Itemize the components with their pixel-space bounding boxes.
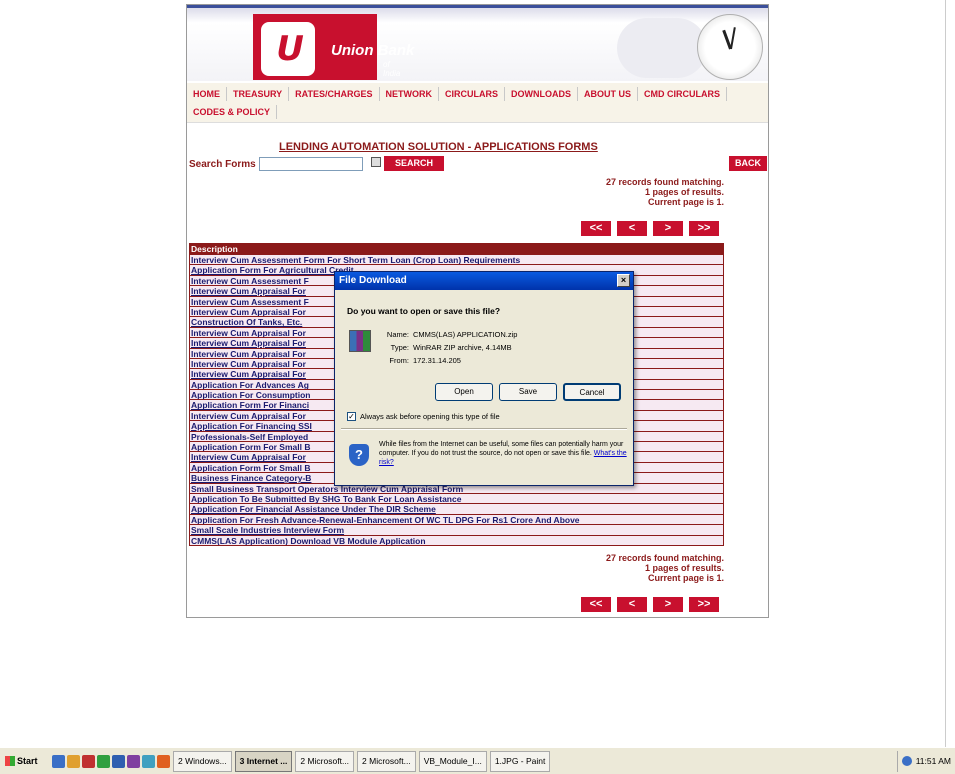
pager-next-button[interactable]: > [653,597,683,612]
nav-treasury[interactable]: TREASURY [227,87,290,101]
taskbar-button[interactable]: 2 Microsoft... [295,750,355,772]
back-button[interactable]: BACK [729,156,767,171]
table-row[interactable]: Application For Financial Assistance Und… [190,503,723,514]
open-button[interactable]: Open [435,383,493,401]
taskbar-button[interactable]: 2 Microsoft... [357,750,416,772]
dialog-question: Do you want to open or save this file? [347,306,501,316]
pager-prev-button[interactable]: < [617,597,647,612]
file-source: 172.31.14.205 [413,356,461,365]
taskbar-button[interactable]: 1.JPG - Paint [489,750,551,772]
folder-icon[interactable] [67,754,80,768]
top-nav: HOME TREASURY RATES/CHARGES NETWORK CIRC… [187,83,768,123]
nav-circulars[interactable]: CIRCULARS [439,87,506,101]
taskbar-button[interactable]: VB_Module_I... [418,750,487,772]
system-tray: 11:51 AM [896,750,955,772]
pager-next-button[interactable]: > [653,221,683,236]
start-button[interactable]: Start [2,751,48,772]
excel-icon[interactable] [97,754,110,768]
file-info: Name: CMMS(LAS) APPLICATION.zip Type: WinR… [386,330,518,365]
site-header: U Union Bank of India [187,5,768,81]
records-summary-top: 27 records found matching. 1 pages of re… [605,177,724,207]
file-name: CMMS(LAS) APPLICATION.zip [413,330,518,339]
app-icon[interactable] [127,754,140,768]
app-icon[interactable] [157,754,170,768]
ie-icon[interactable] [52,754,65,768]
nav-network[interactable]: NETWORK [380,87,440,101]
app-icon[interactable] [142,754,155,768]
search-button[interactable]: SEARCH [384,156,444,171]
table-row[interactable]: Small Scale Industries Interview Form [190,524,723,535]
calendar-icon[interactable] [371,157,381,167]
network-icon[interactable] [901,756,912,766]
page-title: LENDING AUTOMATION SOLUTION - APPLICATIO… [279,141,598,153]
checkbox-checked-icon[interactable]: ✓ [347,412,356,421]
pager-bottom: << < > >> [581,597,719,612]
nav-codes-policy[interactable]: CODES & POLICY [191,105,278,119]
taskbar-button[interactable]: 2 Windows... [173,750,232,772]
dialog-divider [341,428,627,430]
table-row[interactable]: Application For Fresh Advance-Renewal-En… [190,513,723,525]
security-warning: While files from the Internet can be use… [379,441,627,466]
winrar-archive-icon [349,330,371,352]
search-input[interactable] [259,157,363,171]
quick-launch [52,754,170,768]
taskbar-button[interactable]: 3 Internet ... [234,750,293,772]
table-row[interactable]: Interview Cum Assessment Form For Short … [190,254,723,265]
pager-first-button[interactable]: << [581,597,611,612]
clock: 11:51 AM [915,756,951,766]
pager-first-button[interactable]: << [581,221,611,236]
nav-cmd-circulars[interactable]: CMD CIRCULARS [638,87,728,101]
nav-home[interactable]: HOME [191,87,227,101]
pager-prev-button[interactable]: < [617,221,647,236]
header-watermark [617,18,707,78]
vertical-scrollbar[interactable] [945,0,955,747]
search-label: Search Forms [189,159,256,170]
app-icon[interactable] [82,754,95,768]
nav-about-us[interactable]: ABOUT US [578,87,639,101]
brand-sub: of India [383,60,401,78]
pager-last-button[interactable]: >> [689,221,719,236]
table-row[interactable]: Application To Be Submitted By SHG To Ba… [190,492,723,504]
table-header: Description [190,244,723,254]
save-button[interactable]: Save [499,383,557,401]
logo-mark-icon: U [261,22,315,76]
file-type: WinRAR ZIP archive, 4.14MB [413,343,512,352]
records-summary-bottom: 27 records found matching. 1 pages of re… [605,553,724,583]
clock-icon [697,14,763,80]
security-shield-icon: ? [349,444,369,466]
close-icon[interactable]: × [617,274,630,287]
pager-last-button[interactable]: >> [689,597,719,612]
nav-rates-charges[interactable]: RATES/CHARGES [289,87,380,101]
nav-downloads[interactable]: DOWNLOADS [505,87,579,101]
word-icon[interactable] [112,754,125,768]
dialog-title: File Download [335,272,633,290]
taskbar: Start 2 Windows... 3 Internet ... 2 Micros… [0,747,955,774]
windows-flag-icon [5,756,15,766]
table-row[interactable]: CMMS(LAS Application) Download VB Module… [190,534,723,545]
cancel-button[interactable]: Cancel [563,383,621,401]
pager-top: << < > >> [581,221,719,236]
always-ask-checkbox[interactable]: ✓ Always ask before opening this type of… [347,412,500,421]
union-bank-logo[interactable]: U Union Bank of India [253,14,414,80]
checkbox-label: Always ask before opening this type of f… [360,412,500,421]
brand-name: Union Bank [331,42,415,59]
file-download-dialog: File Download × Do you want to open or s… [334,271,634,486]
